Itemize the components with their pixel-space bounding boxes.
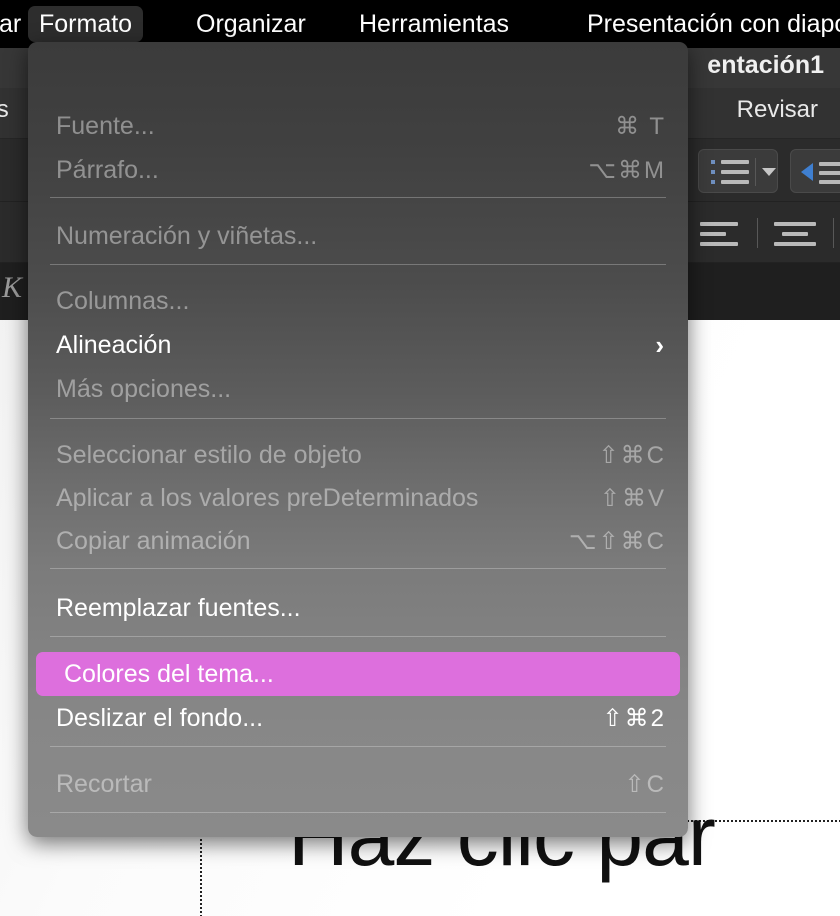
menubar-item-organizar[interactable]: Organizar (185, 6, 317, 42)
menu-item-deslizar-el-fondo[interactable]: Deslizar el fondo... ⇧⌘2 (28, 696, 688, 740)
align-left-button[interactable] (692, 214, 754, 254)
menu-item-label: Alineación (56, 330, 172, 359)
menu-item-shortcut: ⇧⌘V (599, 484, 666, 512)
toolbar-divider-2 (833, 218, 834, 248)
menu-item-label: Más opciones... (56, 374, 232, 403)
menu-item-label: Seleccionar estilo de objeto (56, 440, 362, 469)
menu-item-colores-del-tema[interactable]: Colores del tema... (36, 652, 680, 696)
menu-item-label: Párrafo... (56, 155, 159, 184)
menu-item-reemplazar-fuentes[interactable]: Reemplazar fuentes... (28, 586, 688, 630)
formato-dropdown-menu[interactable]: Fuente... ⌘ T Párrafo... ⌥⌘M Numeración … (28, 42, 688, 837)
bullet-list-button[interactable] (698, 149, 778, 193)
menu-item-aplicar-valores-predeterminados[interactable]: Aplicar a los valores preDeterminados ⇧⌘… (28, 476, 688, 520)
menu-item-recortar[interactable]: Recortar ⇧C (28, 762, 688, 806)
menu-separator (50, 746, 666, 747)
menu-item-copiar-animacion[interactable]: Copiar animación ⌥⇧⌘C (28, 519, 688, 563)
menu-item-label: Aplicar a los valores preDeterminados (56, 483, 479, 512)
menu-separator (50, 264, 666, 265)
ribbon-tab-revisar[interactable]: Revisar (737, 96, 818, 124)
menu-item-shortcut: ⌘ T (615, 112, 666, 140)
menu-item-seleccionar-estilo-objeto[interactable]: Seleccionar estilo de objeto ⇧⌘C (28, 433, 688, 477)
left-arrow-icon (801, 163, 813, 181)
menu-item-formato-del-objeto[interactable]: Formato del objeto... ⇧⌘1 (28, 828, 688, 838)
menu-item-label: Formato del objeto... (56, 836, 285, 838)
menu-item-label: Reemplazar fuentes... (56, 593, 301, 622)
menu-item-numeracion-vinetas[interactable]: Numeración y viñetas... (28, 214, 688, 258)
menu-separator (50, 812, 666, 813)
menubar-item-herramientas[interactable]: Herramientas (348, 6, 520, 42)
menubar-item-formato[interactable]: Formato (28, 6, 144, 42)
menu-separator (50, 636, 666, 637)
menu-item-shortcut: ⇧⌘C (598, 441, 666, 469)
ribbon-tab-animaciones[interactable]: nes (0, 96, 9, 124)
menubar-item-presentacion[interactable]: Presentación con diapo (576, 6, 840, 42)
menu-separator (50, 418, 666, 419)
app-screenshot: Haz clic par entación1 nes Revisar (0, 0, 840, 916)
menu-item-label: Numeración y viñetas... (56, 221, 318, 250)
toolbar-divider (757, 218, 758, 248)
menu-item-shortcut: ⌥⌘M (588, 156, 666, 184)
menu-separator (50, 197, 666, 198)
button-divider (755, 158, 756, 186)
decrease-indent-button[interactable] (790, 149, 840, 193)
menu-bar: ar Formato Organizar Herramientas Presen… (0, 0, 840, 48)
menu-item-label: Columnas... (56, 286, 190, 315)
menu-item-label: Deslizar el fondo... (56, 703, 264, 732)
menu-item-alineacion[interactable]: Alineación › (28, 323, 688, 367)
menu-item-shortcut: ⌥⇧⌘C (568, 527, 666, 555)
menu-item-mas-opciones[interactable]: Más opciones... (28, 367, 688, 411)
chevron-right-icon: › (655, 330, 664, 360)
menu-item-parrafo[interactable]: Párrafo... ⌥⌘M (28, 148, 688, 192)
italic-button[interactable]: K (2, 271, 22, 305)
document-title: entación1 (707, 51, 824, 79)
menu-item-label: Fuente... (56, 111, 155, 140)
align-center-button[interactable] (768, 214, 830, 254)
menu-item-label: Copiar animación (56, 526, 251, 555)
menu-item-shortcut: ⇧⌘2 (602, 704, 666, 732)
menu-item-label: Colores del tema... (64, 659, 274, 688)
chevron-down-icon[interactable] (762, 168, 776, 176)
menu-item-label: Recortar (56, 769, 152, 798)
menu-item-columnas[interactable]: Columnas... (28, 279, 688, 323)
menu-item-shortcut: ⇧⌘1 (603, 836, 666, 838)
menu-item-shortcut: ⇧C (624, 770, 666, 798)
menu-separator (50, 568, 666, 569)
menu-item-fuente[interactable]: Fuente... ⌘ T (28, 104, 688, 148)
